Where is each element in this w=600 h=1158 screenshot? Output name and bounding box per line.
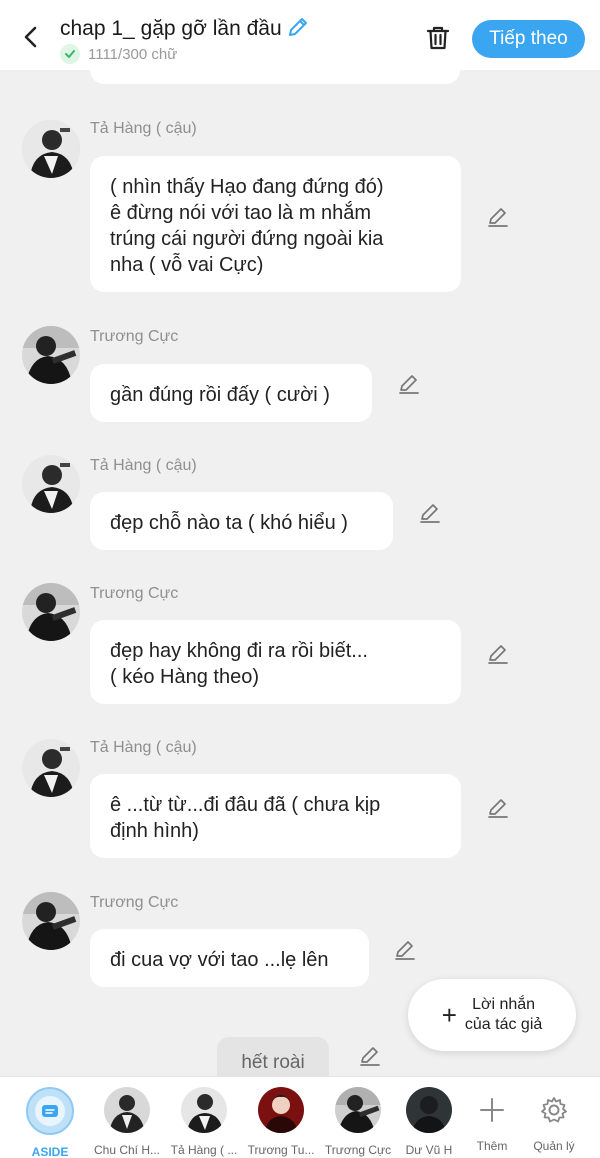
avatar[interactable] [22, 455, 80, 513]
character-label: Chu Chí H... [93, 1143, 161, 1157]
edit-pencil-icon[interactable] [359, 1045, 381, 1067]
avatar [181, 1087, 227, 1133]
check-icon [60, 44, 80, 64]
previous-message-bubble [90, 70, 460, 84]
avatar[interactable] [22, 120, 80, 178]
edit-pencil-icon[interactable] [487, 206, 509, 228]
word-count-text: 1111/300 chữ [88, 45, 178, 63]
message-text: đẹp chỗ nào ta ( khó hiểu ) [110, 512, 348, 534]
avatar [258, 1087, 304, 1133]
character-name: Tả Hàng ( cậu) [90, 739, 197, 756]
author-note-button[interactable]: + Lời nhắn của tác giả [408, 979, 576, 1051]
message-bubble[interactable]: ê ...từ từ...đi đâu đã ( chưa kịp định h… [90, 774, 461, 858]
author-note-line2: của tác giả [464, 1016, 543, 1033]
avatar[interactable] [22, 892, 80, 950]
character-truong-cuc[interactable]: Trương Cực [321, 1087, 395, 1157]
character-name: Tả Hàng ( cậu) [90, 457, 197, 474]
message-bubble[interactable]: đi cua vợ với tao ...lẹ lên [90, 929, 369, 987]
top-bar: chap 1_ gặp gỡ lần đầu 1111/300 chữ Tiếp… [0, 0, 600, 70]
word-count: 1111/300 chữ [60, 44, 177, 64]
character-name: Tả Hàng ( cậu) [90, 120, 197, 137]
message-bubble[interactable]: gần đúng rồi đấy ( cười ) [90, 364, 372, 422]
character-label: Dư Vũ H [405, 1143, 453, 1157]
avatar [406, 1087, 452, 1133]
end-note-chip[interactable]: hết roài [217, 1037, 329, 1076]
message-text: đi cua vợ với tao ...lẹ lên [110, 949, 329, 971]
plus-icon: + [441, 1000, 457, 1030]
chapter-title: chap 1_ gặp gỡ lần đầu [60, 15, 310, 41]
message-text: gần đúng rồi đấy ( cười ) [110, 384, 330, 406]
edit-pencil-icon[interactable] [487, 797, 509, 819]
edit-pencil-icon[interactable] [398, 373, 420, 395]
back-arrow-icon[interactable] [18, 24, 44, 50]
aside-icon [26, 1087, 74, 1135]
aside-button[interactable]: ASIDE [13, 1087, 87, 1158]
character-name: Trương Cực [90, 585, 179, 602]
message-text: ê ...từ từ...đi đâu đã ( chưa kịp định h… [110, 794, 381, 842]
message-text: ( nhìn thấy Hạo đang đứng đó) ê đừng nói… [110, 176, 384, 276]
manage-label: Quản lý [533, 1139, 575, 1153]
message-bubble[interactable]: đẹp hay không đi ra rồi biết... ( kéo Hà… [90, 620, 461, 704]
avatar[interactable] [22, 326, 80, 384]
edit-pencil-icon[interactable] [394, 939, 416, 961]
character-name: Trương Cực [90, 328, 179, 345]
next-button[interactable]: Tiếp theo [472, 20, 585, 58]
avatar[interactable] [22, 739, 80, 797]
avatar[interactable] [22, 583, 80, 641]
character-chu-chi[interactable]: Chu Chí H... [90, 1087, 164, 1157]
character-bar: ASIDE Chu Chí H... Tả Hàng ( ... Trương … [0, 1076, 600, 1158]
gear-icon [531, 1087, 577, 1133]
author-note-line1: Lời nhắn [472, 996, 536, 1013]
chat-thread[interactable]: Tả Hàng ( cậu) ( nhìn thấy Hạo đang đứng… [0, 70, 600, 1076]
character-truong-tu[interactable]: Trương Tu... [244, 1087, 318, 1157]
edit-pencil-icon[interactable] [487, 643, 509, 665]
character-label: Trương Cực [324, 1143, 392, 1157]
character-ta-hang[interactable]: Tả Hàng ( ... [167, 1087, 241, 1157]
manage-button[interactable]: Quản lý [517, 1087, 591, 1153]
character-label: Trương Tu... [247, 1143, 315, 1157]
plus-icon [469, 1087, 515, 1133]
avatar [335, 1087, 381, 1133]
character-du-vu[interactable]: Dư Vũ H [398, 1087, 460, 1157]
aside-label: ASIDE [31, 1145, 69, 1158]
character-name: Trương Cực [90, 894, 179, 911]
edit-pencil-icon[interactable] [419, 502, 441, 524]
message-bubble[interactable]: đẹp chỗ nào ta ( khó hiểu ) [90, 492, 393, 550]
message-bubble[interactable]: ( nhìn thấy Hạo đang đứng đó) ê đừng nói… [90, 156, 461, 292]
avatar [104, 1087, 150, 1133]
author-note-label: Lời nhắn của tác giả [465, 995, 542, 1035]
message-text: đẹp hay không đi ra rồi biết... ( kéo Hà… [110, 640, 368, 688]
trash-icon[interactable] [424, 24, 452, 52]
edit-title-pencil-icon[interactable] [286, 15, 310, 39]
character-label: Tả Hàng ( ... [170, 1143, 238, 1157]
chapter-title-text: chap 1_ gặp gỡ lần đầu [60, 17, 282, 40]
